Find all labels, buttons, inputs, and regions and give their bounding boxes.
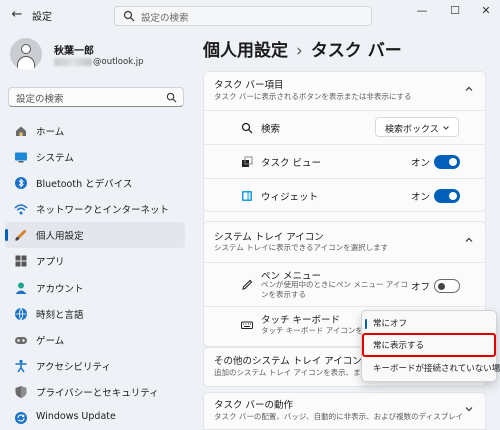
other-tray-title: その他のシステム トレイ アイコン: [214, 356, 362, 367]
keyboard-icon: [241, 321, 253, 329]
flyout-option-when-no-keyboard[interactable]: キーボードが接続されていない場合: [362, 358, 500, 380]
sidebar-item-apps[interactable]: アプリ: [5, 248, 185, 274]
widgets-label: ウィジェット: [261, 192, 319, 203]
sidebar-search-placeholder: 設定の検索: [16, 94, 64, 105]
pen-menu-description: ペンが使用中のときにペン メニュー アイコンを表示する: [261, 280, 408, 299]
flyout-option-never[interactable]: 常にオフ: [362, 313, 498, 335]
accessibility-icon: [15, 359, 27, 373]
avatar[interactable]: [10, 38, 42, 70]
sidebar-search-input[interactable]: 設定の検索: [8, 87, 184, 107]
setting-row-search: 検索 検索ボックス: [203, 111, 486, 144]
sidebar-item-privacy[interactable]: プライバシーとセキュリティ: [5, 379, 185, 405]
personalization-icon: [15, 229, 27, 241]
touch-keyboard-label: タッチ キーボード: [261, 315, 341, 326]
task-view-icon: [242, 156, 253, 167]
search-icon: [123, 10, 135, 22]
sidebar-item-gaming[interactable]: ゲーム: [5, 327, 185, 353]
sidebar-item-personalization[interactable]: 個人用設定: [5, 222, 185, 249]
toggle-state-text: オン: [411, 158, 431, 169]
task-view-label: タスク ビュー: [261, 158, 322, 169]
taskbar-behavior-title: タスク バーの動作: [214, 400, 294, 411]
back-arrow-icon[interactable]: ←: [8, 6, 26, 24]
setting-row-widgets: ウィジェット オン: [203, 179, 486, 212]
gaming-icon: [15, 336, 27, 344]
taskbar-items-title: タスク バー項目: [214, 80, 284, 91]
search-mode-dropdown[interactable]: 検索ボックス: [375, 117, 459, 137]
title-bar: ← 設定 設定の検索 — ☐ ✕: [0, 0, 500, 30]
breadcrumb-parent[interactable]: 個人用設定: [203, 41, 288, 61]
system-tray-title: システム トレイ アイコン: [214, 232, 324, 243]
top-search-placeholder: 設定の検索: [141, 13, 189, 24]
maximize-button[interactable]: ☐: [443, 2, 467, 20]
chevron-up-icon[interactable]: [464, 84, 474, 94]
chevron-up-icon[interactable]: [464, 235, 474, 245]
toggle-state-text: オン: [411, 192, 431, 203]
setting-row-pen-menu: ペン メニュー ペンが使用中のときにペン メニュー アイコンを表示する オフ: [203, 263, 486, 306]
sidebar-item-windows-update[interactable]: Windows Update: [5, 405, 185, 430]
system-tray-subtitle: システム トレイに表示できるアイコンを選択します: [214, 243, 389, 252]
network-icon: [14, 204, 28, 215]
breadcrumb-separator: ›: [296, 41, 303, 61]
shield-icon: [15, 385, 27, 398]
top-search-box[interactable]: 設定の検索: [114, 6, 372, 26]
sidebar-item-home[interactable]: ホーム: [5, 118, 185, 144]
accounts-icon: [15, 282, 27, 294]
search-icon: [241, 122, 253, 134]
blurred-email-part: [54, 57, 92, 66]
minimize-button[interactable]: —: [410, 2, 434, 20]
sidebar-nav: ホーム システム Bluetooth とデバイス ネットワークとインターネット …: [5, 118, 185, 430]
windows-update-icon: [15, 412, 27, 425]
dropdown-value: 検索ボックス: [385, 125, 439, 135]
search-icon: [166, 92, 177, 103]
time-language-icon: [15, 307, 27, 321]
sidebar-item-accessibility[interactable]: アクセシビリティ: [5, 353, 185, 379]
user-email: @outlook.jp: [54, 57, 144, 67]
sidebar-item-system[interactable]: システム: [5, 144, 185, 170]
chevron-down-icon[interactable]: [464, 404, 474, 414]
close-button[interactable]: ✕: [474, 2, 498, 20]
task-view-toggle[interactable]: [434, 155, 460, 169]
taskbar-behavior-subtitle: タスク バーの配置、バッジ、自動的に非表示、および複数のディスプレイ: [214, 412, 464, 421]
sidebar-item-bluetooth[interactable]: Bluetooth とデバイス: [5, 170, 185, 196]
pen-icon: [242, 279, 253, 290]
widgets-toggle[interactable]: [434, 189, 460, 203]
bluetooth-icon: [15, 177, 27, 190]
system-icon: [15, 152, 27, 163]
taskbar-items-subtitle: タスク バーに表示されるボタンを表示または非表示にする: [214, 92, 412, 101]
pen-menu-toggle[interactable]: [434, 279, 460, 293]
home-icon: [16, 126, 26, 136]
user-name: 秋葉一郎: [54, 46, 94, 57]
app-title: 設定: [32, 12, 52, 23]
widgets-icon: [242, 191, 252, 201]
sidebar-item-time-language[interactable]: 時刻と言語: [5, 301, 185, 327]
search-row-label: 検索: [261, 124, 281, 135]
sidebar-item-network[interactable]: ネットワークとインターネット: [5, 196, 185, 222]
page-title: タスク バー: [310, 41, 402, 61]
apps-icon: [15, 255, 27, 267]
breadcrumb: 個人用設定 › タスク バー: [203, 36, 402, 61]
highlight-box: [362, 333, 496, 357]
chevron-down-icon: [443, 126, 449, 130]
sidebar-item-accounts[interactable]: アカウント: [5, 275, 185, 301]
setting-row-task-view: タスク ビュー オン: [203, 145, 486, 178]
toggle-state-text: オフ: [411, 282, 431, 293]
